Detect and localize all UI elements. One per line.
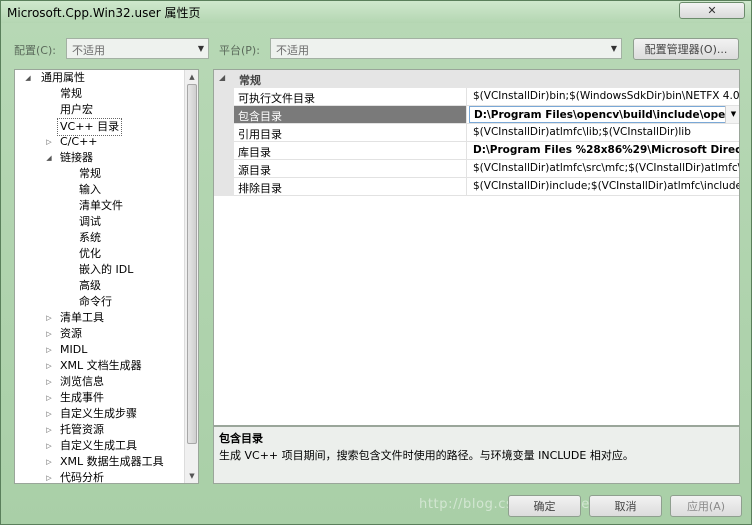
collapsed-arrow-icon[interactable]: ▷ <box>45 374 53 390</box>
tree-item-label: 系统 <box>79 231 101 244</box>
cancel-button[interactable]: 取消 <box>589 495 662 517</box>
ok-button[interactable]: 确定 <box>508 495 581 517</box>
property-name: 源目录 <box>234 160 467 177</box>
scrollbar-thumb[interactable] <box>187 84 197 444</box>
platform-label: 平台(P): <box>219 44 260 57</box>
tree-item-label: 托管资源 <box>60 423 104 436</box>
property-name: 可执行文件目录 <box>234 88 467 105</box>
property-tree: ◢ 通用属性 常规 用户宏 VC++ 目录 ▷ C/C++ ◢ 链接器 常规 输… <box>14 69 199 484</box>
property-value[interactable]: $(VCInstallDir)bin;$(WindowsSdkDir)bin\N… <box>469 88 739 105</box>
platform-value: 不适用 <box>276 44 309 57</box>
tree-item-label: 常规 <box>60 87 82 100</box>
collapsed-arrow-icon[interactable]: ▷ <box>45 326 53 342</box>
collapsed-arrow-icon[interactable]: ▷ <box>45 134 53 150</box>
tree-item-label: XML 文档生成器 <box>60 359 142 372</box>
collapsed-arrow-icon[interactable]: ▷ <box>45 438 53 454</box>
property-row[interactable]: 源目录 $(VCInstallDir)atlmfc\src\mfc;$(VCIn… <box>234 160 739 178</box>
property-row[interactable]: 引用目录 $(VCInstallDir)atlmfc\lib;$(VCInsta… <box>234 124 739 142</box>
tree-item-label: 资源 <box>60 327 82 340</box>
tree-item-label: 代码分析 <box>60 471 104 484</box>
property-name: 包含目录 <box>234 106 467 123</box>
tree-item-label: 链接器 <box>60 151 93 164</box>
tree-item-label: 优化 <box>79 247 101 260</box>
tree-item-label: 清单工具 <box>60 311 104 324</box>
grid-gutter <box>214 70 234 196</box>
property-row[interactable]: 库目录 D:\Program Files %28x86%29\Microsoft… <box>234 142 739 160</box>
description-title: 包含目录 <box>219 432 263 445</box>
scroll-down-icon[interactable]: ▼ <box>185 469 198 483</box>
category-label: 常规 <box>239 74 261 87</box>
configuration-value: 不适用 <box>72 44 105 57</box>
tree-item-label: 常规 <box>79 167 101 180</box>
property-name: 库目录 <box>234 142 467 159</box>
tree-item-label: 用户宏 <box>60 103 93 116</box>
property-row[interactable]: 可执行文件目录 $(VCInstallDir)bin;$(WindowsSdkD… <box>234 88 739 106</box>
description-text: 生成 VC++ 项目期间，搜索包含文件时使用的路径。与环境变量 INCLUDE … <box>219 449 634 462</box>
collapsed-arrow-icon[interactable]: ▷ <box>45 390 53 406</box>
close-button[interactable]: ✕ <box>679 2 745 19</box>
collapsed-arrow-icon[interactable]: ▷ <box>45 470 53 483</box>
tree-item-label: 命令行 <box>79 295 112 308</box>
tree-item-label: 自定义生成工具 <box>60 439 137 452</box>
collapsed-arrow-icon[interactable]: ▷ <box>45 454 53 470</box>
expanded-arrow-icon[interactable]: ◢ <box>45 150 53 166</box>
tree-item-label: C/C++ <box>60 135 98 148</box>
collapsed-arrow-icon[interactable]: ▷ <box>45 406 53 422</box>
category-row[interactable]: ◢ 常规 <box>214 70 739 88</box>
close-icon: ✕ <box>707 4 717 17</box>
property-value-input[interactable]: D:\Program Files\opencv\build\include\op… <box>469 106 739 123</box>
window-title: Microsoft.Cpp.Win32.user 属性页 <box>7 6 201 20</box>
tree-item-label: 通用属性 <box>41 71 85 84</box>
tree-item-label: 嵌入的 IDL <box>79 263 134 276</box>
property-name: 排除目录 <box>234 178 467 195</box>
tree-item-label: 调试 <box>79 215 101 228</box>
tree-item-label: XML 数据生成器工具 <box>60 455 164 468</box>
property-value[interactable]: $(VCInstallDir)include;$(VCInstallDir)at… <box>469 178 739 195</box>
property-value[interactable]: D:\Program Files %28x86%29\Microsoft Dir… <box>469 142 739 159</box>
expanded-arrow-icon[interactable]: ◢ <box>219 73 225 82</box>
property-name: 引用目录 <box>234 124 467 141</box>
apply-button[interactable]: 应用(A) <box>670 495 742 517</box>
configuration-bar: 配置(C): 不适用 ▼ 平台(P): 不适用 ▼ 配置管理器(O)... <box>1 38 751 60</box>
collapsed-arrow-icon[interactable]: ▷ <box>45 422 53 438</box>
scroll-up-icon[interactable]: ▲ <box>185 70 198 84</box>
chevron-down-icon: ▼ <box>197 44 204 53</box>
tree-item-label: MIDL <box>60 343 88 356</box>
configuration-label: 配置(C): <box>14 44 56 57</box>
tree-item-label: 高级 <box>79 279 101 292</box>
collapsed-arrow-icon[interactable]: ▷ <box>45 358 53 374</box>
collapsed-arrow-icon[interactable]: ▷ <box>45 310 53 326</box>
tree-scrollbar[interactable]: ▲ ▼ <box>184 70 198 483</box>
chevron-down-icon: ▼ <box>610 44 617 53</box>
tree-item-label: 浏览信息 <box>60 375 104 388</box>
property-row[interactable]: 排除目录 $(VCInstallDir)include;$(VCInstallD… <box>234 178 739 196</box>
property-pages-window: Microsoft.Cpp.Win32.user 属性页 ✕ 配置(C): 不适… <box>0 0 752 525</box>
title-bar[interactable]: Microsoft.Cpp.Win32.user 属性页 ✕ <box>1 1 751 23</box>
property-grid: ◢ 常规 可执行文件目录 $(VCInstallDir)bin;$(Window… <box>213 69 740 426</box>
tree-item-label: 生成事件 <box>60 391 104 404</box>
property-value[interactable]: $(VCInstallDir)atlmfc\src\mfc;$(VCInstal… <box>469 160 739 177</box>
tree-item-label: 清单文件 <box>79 199 123 212</box>
tree-item-label: 自定义生成步骤 <box>60 407 137 420</box>
property-value[interactable]: $(VCInstallDir)atlmfc\lib;$(VCInstallDir… <box>469 124 739 141</box>
chevron-down-icon[interactable]: ▼ <box>725 106 739 123</box>
collapsed-arrow-icon[interactable]: ▷ <box>45 342 53 358</box>
description-panel: 包含目录 生成 VC++ 项目期间，搜索包含文件时使用的路径。与环境变量 INC… <box>213 426 740 484</box>
tree-item-label: 输入 <box>79 183 101 196</box>
property-row-selected[interactable]: 包含目录 D:\Program Files\opencv\build\inclu… <box>234 106 739 124</box>
configuration-select[interactable]: 不适用 ▼ <box>66 38 209 59</box>
config-manager-button[interactable]: 配置管理器(O)... <box>633 38 739 60</box>
platform-select[interactable]: 不适用 ▼ <box>270 38 622 59</box>
expanded-arrow-icon[interactable]: ◢ <box>24 70 32 86</box>
